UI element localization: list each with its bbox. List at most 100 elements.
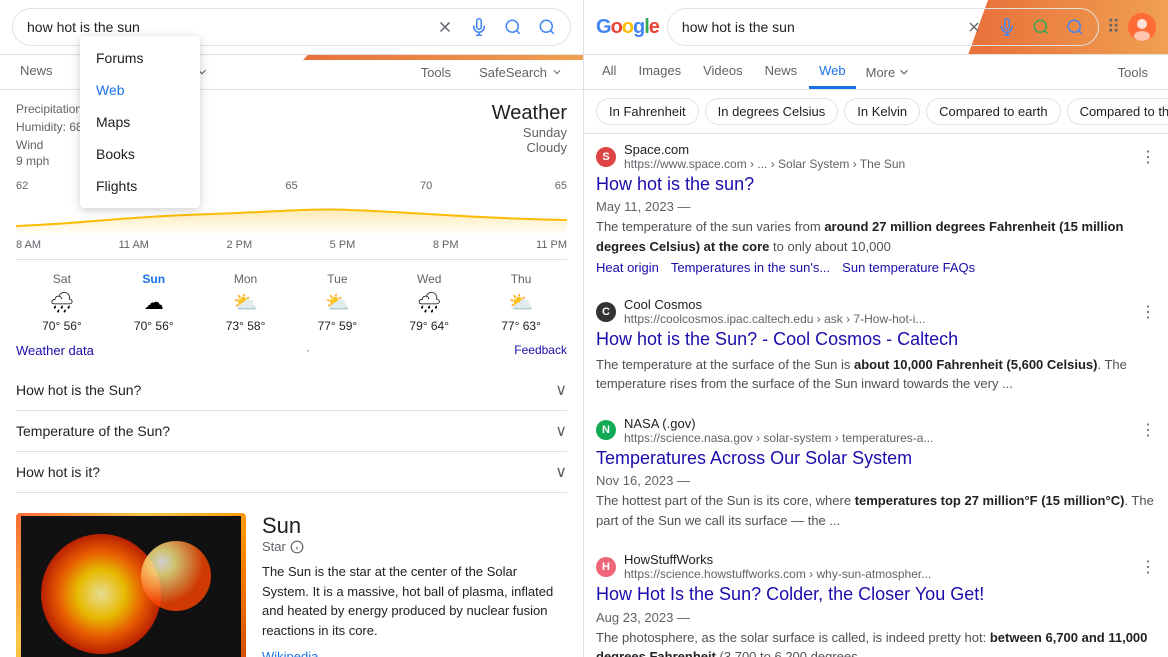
result-howstuffworks: H HowStuffWorks https://science.howstuff… [596,552,1156,657]
tab-web-right[interactable]: Web [809,55,856,89]
source-name-coolcosmos: Cool Cosmos [624,297,925,312]
result-link-temperatures[interactable]: Temperatures in the sun's... [671,260,830,275]
dropdown-menu: Forums Web Maps Books Flights [80,36,200,208]
tools-button-left[interactable]: Tools [409,57,463,88]
source-url-space: https://www.space.com › ... › Solar Syst… [624,157,905,171]
result-snippet-coolcosmos: The temperature at the surface of the Su… [596,355,1156,394]
filter-earth[interactable]: Compared to earth [926,98,1060,125]
search-button-left[interactable] [534,14,560,40]
chevron-icon-2: ∨ [555,421,567,441]
source-url-coolcosmos: https://coolcosmos.ipac.caltech.edu › as… [624,312,925,326]
weather-title: Weather [492,102,567,125]
sun-info-panel: How Hot Is the Sun? [0,501,583,657]
result-snippet-space: The temperature of the sun varies from a… [596,217,1156,256]
result-link-heat-origin[interactable]: Heat origin [596,260,659,275]
forecast-wed[interactable]: Wed 🌧 79° 64° [383,268,475,337]
result-snippet-hsw: The photosphere, as the solar surface is… [596,628,1156,657]
forecast-thu[interactable]: Thu ⛅ 77° 63° [475,268,567,337]
filter-chips-row: In Fahrenheit In degrees Celsius In Kelv… [584,90,1168,134]
chevron-icon-3: ∨ [555,462,567,482]
tab-images-right[interactable]: Images [628,55,691,89]
source-icon-nasa: N [596,420,616,440]
weather-feedback-link[interactable]: Feedback [514,343,567,358]
dropdown-item-flights[interactable]: Flights [80,170,200,202]
search-button-right[interactable] [1062,14,1088,40]
voice-search-button-right[interactable] [994,14,1020,40]
sun-details-section: Sun Star The Sun is the star at the cent… [262,513,567,657]
result-snippet-nasa: The hottest part of the Sun is its core,… [596,491,1156,530]
tab-videos-right[interactable]: Videos [693,55,753,89]
sun-name: Sun [262,513,567,539]
lens-button-right[interactable] [1028,14,1054,40]
source-name-nasa: NASA (.gov) [624,416,933,431]
source-url-hsw: https://science.howstuffworks.com › why-… [624,567,931,581]
source-name-hsw: HowStuffWorks [624,552,931,567]
result-nasa: N NASA (.gov) https://science.nasa.gov ›… [596,416,1156,534]
result-links-space: Heat origin Temperatures in the sun's...… [596,260,1156,275]
dropdown-item-books[interactable]: Books [80,138,200,170]
lens-button-left[interactable] [500,14,526,40]
accordion-2[interactable]: Temperature of the Sun? ∨ [16,411,567,452]
sun-main-image: How Hot Is the Sun? [16,513,246,657]
result-title-space[interactable]: How hot is the sun? [596,173,1156,196]
search-query-left: how hot is the sun [27,19,424,35]
search-input-wrapper-right: how hot is the sun [667,8,1099,46]
weather-data-link[interactable]: Weather data [16,343,94,358]
more-button-hsw[interactable]: ⋮ [1140,557,1156,577]
tab-all-right[interactable]: All [592,55,626,89]
result-date-space: May 11, 2023 — [596,199,1156,214]
forecast-sun[interactable]: Sun ☁ 70° 56° [108,268,200,337]
tools-button-right[interactable]: Tools [1106,57,1160,88]
source-icon-hsw: H [596,557,616,577]
source-name-space: Space.com [624,142,905,157]
sun-description: The Sun is the star at the center of the… [262,562,567,640]
dropdown-item-web[interactable]: Web [80,74,200,106]
filter-celsius[interactable]: In degrees Celsius [705,98,839,125]
more-button-coolcosmos[interactable]: ⋮ [1140,302,1156,322]
result-date-hsw: Aug 23, 2023 — [596,610,1156,625]
forecast-tue[interactable]: Tue ⛅ 77° 59° [291,268,383,337]
more-tabs-button-right[interactable]: More [858,57,920,88]
search-results-right: S Space.com https://www.space.com › ... … [584,134,1168,657]
filter-kelvin[interactable]: In Kelvin [844,98,920,125]
clear-button-right[interactable] [962,15,986,39]
result-date-nasa: Nov 16, 2023 — [596,473,1156,488]
sun-image-svg: How Hot Is the Sun? [21,516,241,657]
result-cool-cosmos: C Cool Cosmos https://coolcosmos.ipac.ca… [596,297,1156,397]
more-button-nasa[interactable]: ⋮ [1140,420,1156,440]
source-icon-space: S [596,147,616,167]
tab-news-right[interactable]: News [755,55,808,89]
weather-day: Sunday [492,125,567,140]
forecast-mon[interactable]: Mon ⛅ 73° 58° [200,268,292,337]
forecast-sat[interactable]: Sat 🌧 70° 56° [16,268,108,337]
result-title-coolcosmos[interactable]: How hot is the Sun? - Cool Cosmos - Calt… [596,328,1156,351]
filter-fahrenheit[interactable]: In Fahrenheit [596,98,699,125]
forecast-row: Sat 🌧 70° 56° Sun ☁ 70° 56° Mon ⛅ 73° 58… [16,259,567,337]
more-button-space[interactable]: ⋮ [1140,147,1156,167]
info-icon [290,540,304,554]
sun-wiki-link[interactable]: Wikipedia [262,649,318,657]
google-logo: Google [596,16,659,39]
source-icon-coolcosmos: C [596,302,616,322]
weather-condition: Cloudy [492,140,567,155]
result-title-nasa[interactable]: Temperatures Across Our Solar System [596,447,1156,470]
source-url-nasa: https://science.nasa.gov › solar-system … [624,431,933,445]
accordion-3[interactable]: How hot is it? ∨ [16,452,567,493]
result-link-faqs[interactable]: Sun temperature FAQs [842,260,975,275]
filter-compared-sun[interactable]: Compared to the sun [1067,98,1168,125]
user-avatar[interactable] [1128,13,1156,41]
search-query-right: how hot is the sun [682,19,954,35]
tab-news-left[interactable]: News [8,55,65,89]
accordion-1[interactable]: How hot is the Sun? ∨ [16,370,567,411]
chevron-icon-1: ∨ [555,380,567,400]
safesearch-button[interactable]: SafeSearch [467,57,575,88]
result-title-hsw[interactable]: How Hot Is the Sun? Colder, the Closer Y… [596,583,1156,606]
sun-type: Star [262,539,567,554]
clear-button-left[interactable] [432,14,458,40]
apps-icon[interactable]: ⠿ [1107,17,1120,38]
sun-images-section: How Hot Is the Sun? [16,513,246,657]
dropdown-item-forums[interactable]: Forums [80,42,200,74]
result-space-com: S Space.com https://www.space.com › ... … [596,142,1156,279]
voice-search-button-left[interactable] [466,14,492,40]
dropdown-item-maps[interactable]: Maps [80,106,200,138]
